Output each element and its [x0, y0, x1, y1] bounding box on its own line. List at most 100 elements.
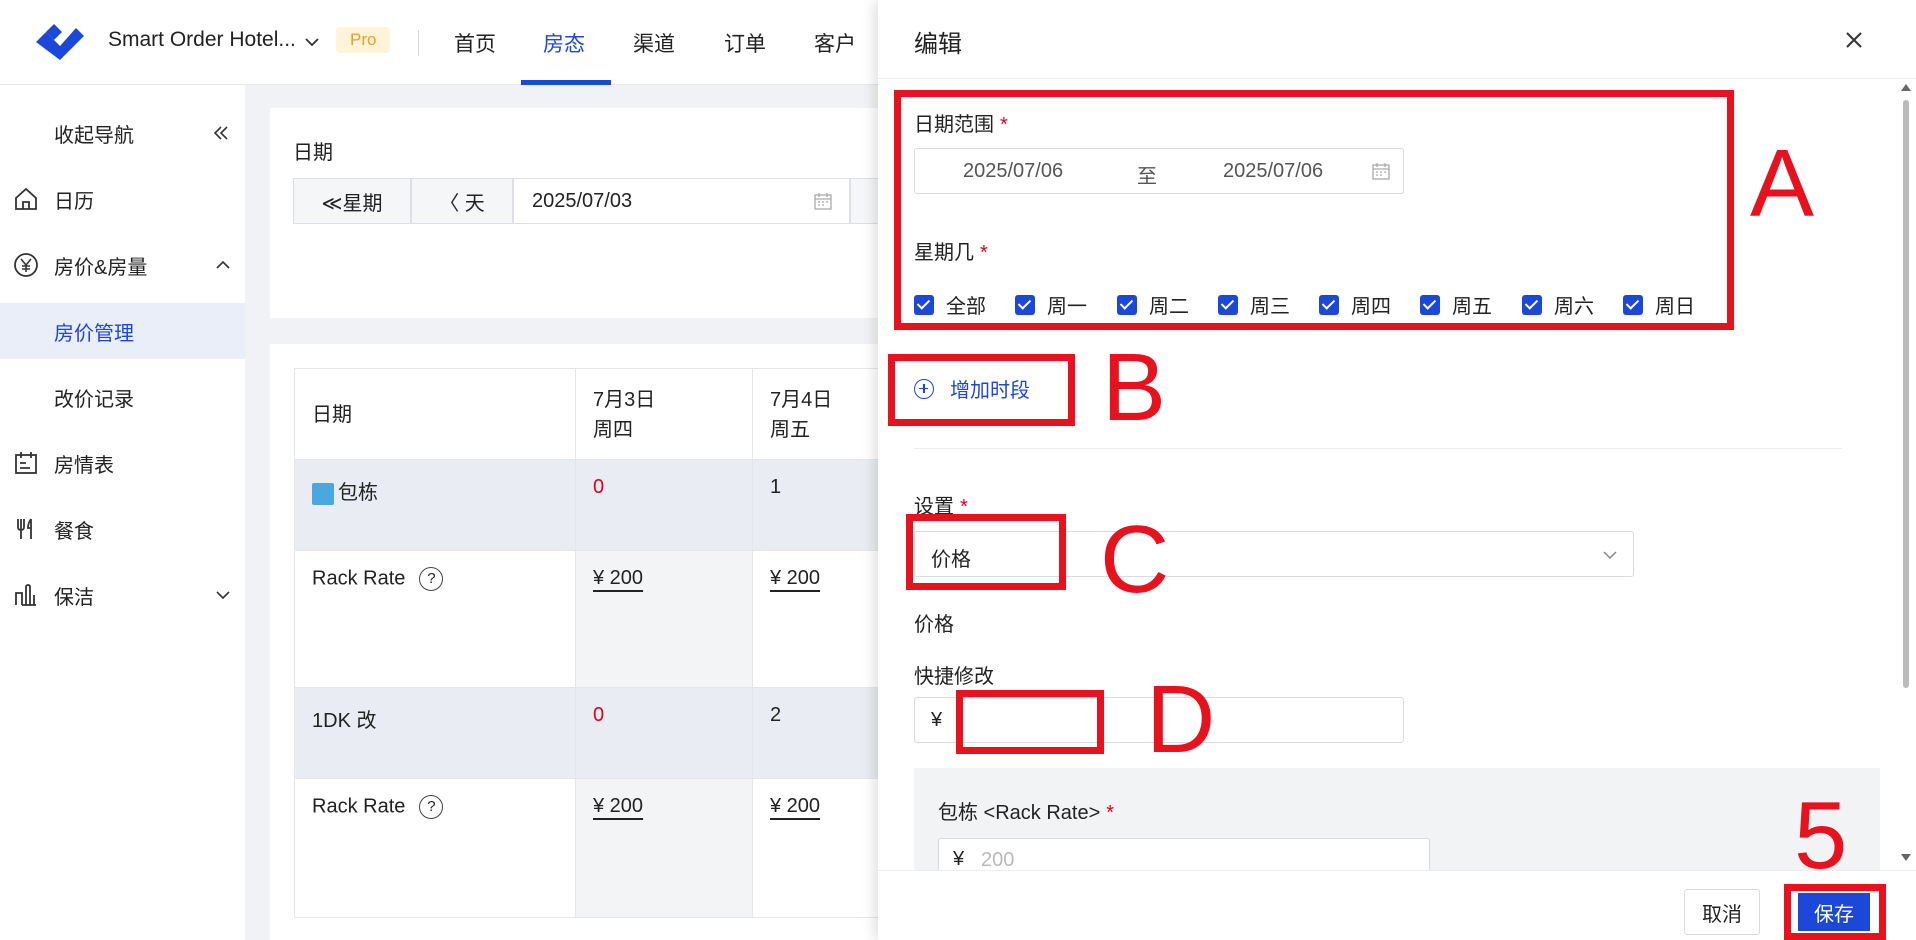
date-value: 2025/07/03: [532, 189, 633, 212]
sidebar-label: 改价记录: [54, 388, 134, 411]
price-value[interactable]: ¥ 200: [770, 795, 820, 817]
annotation-box-a: [894, 90, 1734, 330]
date-filter-label: 日期: [293, 142, 333, 164]
header-date: 7月3日: [593, 389, 656, 411]
prev-week-button[interactable]: ≪星期: [293, 178, 411, 224]
building-icon: [312, 482, 334, 505]
annotation-letter-a: A: [1750, 130, 1815, 237]
nav-active-indicator: [521, 80, 611, 85]
table-header-date: 日期: [294, 368, 576, 460]
sidebar-label: 保洁: [54, 586, 94, 609]
table-row-rate-label: Rack Rate?: [294, 778, 576, 918]
header-divider: [418, 30, 419, 56]
table-row-room-name: 1DK 改: [294, 687, 576, 779]
sidebar-item-price-management[interactable]: 房价管理: [0, 303, 245, 359]
table-header-day: 7月4日 周五: [752, 368, 892, 460]
app-logo-icon[interactable]: [32, 20, 86, 62]
sidebar-label: 餐食: [54, 520, 94, 543]
prev-day-button[interactable]: 〈 天: [411, 178, 513, 224]
calendar-icon[interactable]: [813, 191, 833, 211]
table-cell-availability[interactable]: 0: [575, 687, 753, 779]
date-filter-card: 日期 ≪星期 〈 天 2025/07/03: [270, 108, 990, 318]
calendar-icon: [15, 452, 37, 474]
table-cell-price[interactable]: ¥ 200: [752, 550, 892, 688]
table-row-room-name: 包栋: [294, 459, 576, 551]
rate-override-panel: 包栋 <Rack Rate> * ¥ 200: [914, 768, 1880, 878]
scroll-down-icon[interactable]: [1901, 854, 1911, 861]
yen-prefix: ¥: [953, 848, 965, 870]
panel-rate-label: 包栋 <Rack Rate> *: [938, 796, 1114, 825]
sidebar-item-cleaning[interactable]: 保洁: [0, 567, 245, 623]
help-icon[interactable]: ?: [419, 567, 444, 591]
sidebar-label: 日历: [54, 190, 94, 213]
table-cell-availability[interactable]: 2: [752, 687, 892, 779]
room-price-table: 日期 7月3日 周四 7月4日 周五 包栋 0 1 Rack Rate? ¥ 2…: [270, 344, 970, 940]
nav-home[interactable]: 首页: [454, 28, 496, 58]
table-cell-availability[interactable]: 1: [752, 459, 892, 551]
home-icon: [15, 187, 37, 210]
sidebar-item-meals[interactable]: 餐食: [0, 501, 245, 557]
header-weekday: 周五: [770, 419, 810, 441]
chevron-up-icon: [216, 260, 230, 269]
drawer-header-divider: [878, 78, 1916, 79]
sidebar-label: 房情表: [54, 454, 114, 477]
price-value[interactable]: ¥ 200: [593, 567, 643, 589]
sidebar-item-room-report[interactable]: 房情表: [0, 435, 245, 491]
annotation-letter-c: C: [1100, 506, 1170, 613]
close-icon[interactable]: [1840, 26, 1868, 54]
annotation-number-5: 5: [1794, 782, 1848, 889]
nav-room-status[interactable]: 房态: [543, 28, 585, 58]
room-name: 包栋: [338, 482, 378, 504]
annotation-box-5: [1784, 884, 1886, 940]
cancel-button[interactable]: 取消: [1684, 889, 1760, 935]
sidebar: 收起导航 日历 房价&房量 房价管理 改价记录 房情表 餐食 保洁: [0, 85, 245, 940]
collapse-label: 收起导航: [54, 124, 134, 147]
annotation-box-c: [906, 514, 1066, 590]
sidebar-item-price-history[interactable]: 改价记录: [0, 369, 245, 425]
table-cell-availability[interactable]: 0: [575, 459, 753, 551]
rate-name: Rack Rate: [312, 795, 406, 818]
sidebar-label: 房价管理: [54, 322, 134, 345]
hotel-name[interactable]: Smart Order Hotel...: [108, 28, 296, 52]
scroll-up-icon[interactable]: [1901, 84, 1911, 91]
table-cell-price[interactable]: ¥ 200: [575, 778, 753, 918]
sidebar-collapse[interactable]: 收起导航: [0, 105, 245, 161]
sidebar-label: 房价&房量: [54, 256, 148, 279]
annotation-box-b: [888, 354, 1075, 426]
table-header-day: 7月3日 周四: [575, 368, 753, 460]
yen-prefix: ¥: [931, 709, 943, 731]
price-value[interactable]: ¥ 200: [593, 795, 643, 817]
sidebar-item-price-quantity[interactable]: 房价&房量: [0, 237, 245, 293]
table-row-rate-label: Rack Rate?: [294, 550, 576, 688]
help-icon[interactable]: ?: [419, 795, 444, 819]
chevron-down-icon: [1603, 551, 1617, 560]
utensils-icon: [17, 518, 32, 539]
pro-badge: Pro: [336, 27, 391, 53]
panel-rate-text: 包栋 <Rack Rate>: [938, 802, 1101, 824]
nav-orders[interactable]: 订单: [724, 28, 766, 58]
table-cell-price[interactable]: ¥ 200: [752, 778, 892, 918]
nav-customers[interactable]: 客户: [814, 28, 856, 58]
chevron-down-icon[interactable]: [302, 32, 322, 52]
rack-rate-placeholder: 200: [981, 849, 1015, 871]
price-label: 价格: [914, 614, 954, 636]
nav-channel[interactable]: 渠道: [633, 28, 675, 58]
sidebar-item-calendar[interactable]: 日历: [0, 171, 245, 227]
header-weekday: 周四: [593, 419, 633, 441]
scroll-thumb[interactable]: [1903, 100, 1909, 688]
required-mark: *: [1106, 802, 1115, 824]
chevron-down-icon: [216, 591, 230, 600]
annotation-letter-b: B: [1102, 334, 1167, 441]
table-cell-price[interactable]: ¥ 200: [575, 550, 753, 688]
annotation-box-d: [956, 690, 1104, 754]
date-picker-input[interactable]: 2025/07/03: [513, 178, 850, 224]
drawer-footer: 取消 保存: [878, 870, 1916, 940]
yen-icon: [14, 253, 38, 277]
drawer-scrollbar[interactable]: [1900, 82, 1912, 862]
price-value[interactable]: ¥ 200: [770, 567, 820, 589]
double-chevron-left-icon[interactable]: [210, 122, 232, 144]
header-date: 7月4日: [770, 389, 833, 411]
drawer-title: 编辑: [914, 31, 962, 58]
cleaning-icon: [15, 584, 36, 606]
section-divider: [914, 448, 1842, 449]
